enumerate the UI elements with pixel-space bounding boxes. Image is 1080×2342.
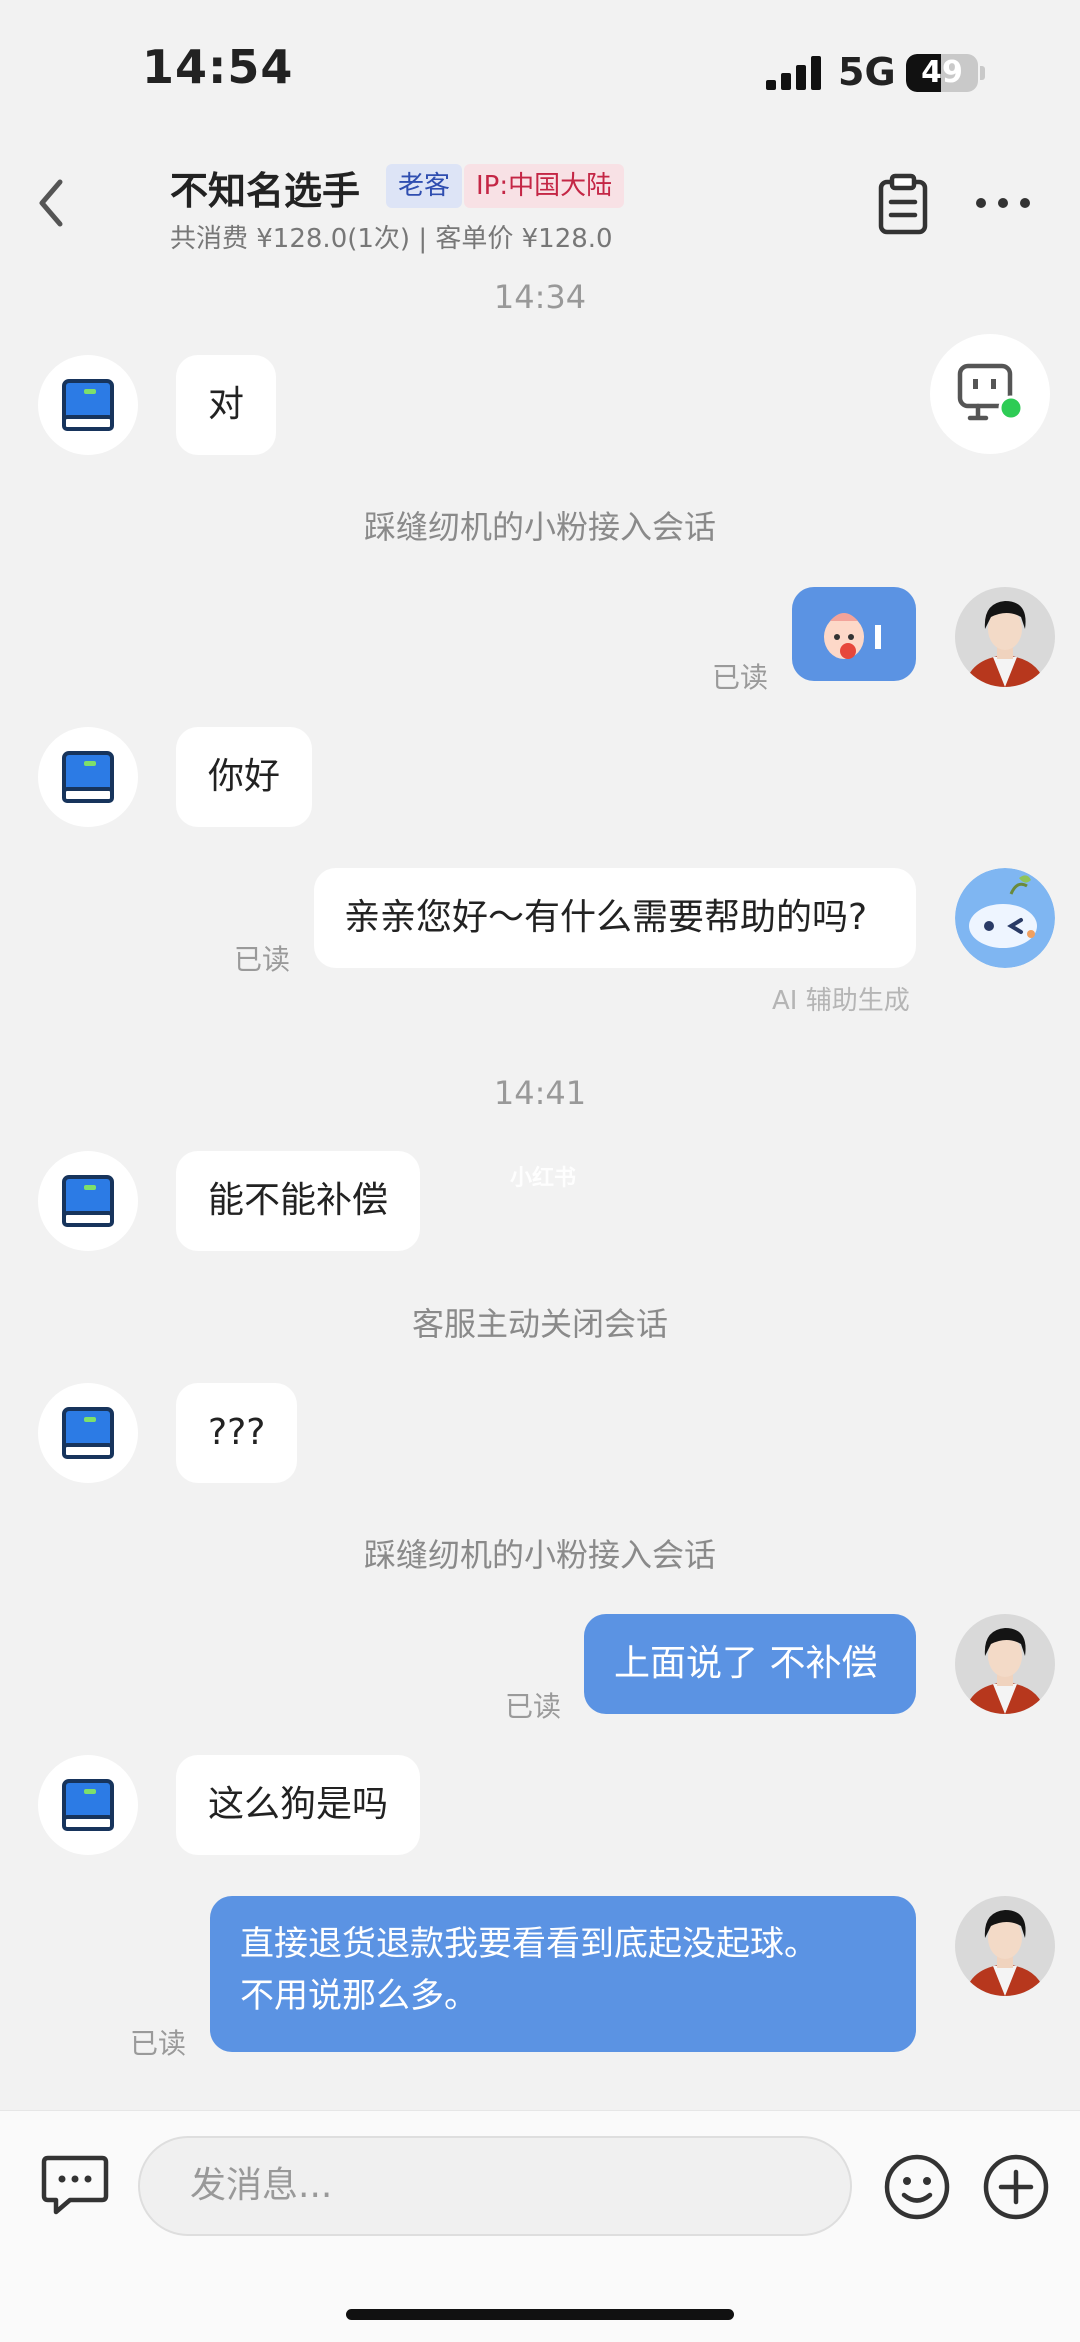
timestamp: 14:34	[493, 278, 587, 316]
read-receipt: 已读	[505, 1690, 562, 1723]
system-message: 客服主动关闭会话	[411, 1305, 668, 1343]
message-input[interactable]: 发消息...	[138, 2136, 852, 2236]
read-receipt: 已读	[712, 661, 769, 694]
back-icon	[39, 179, 63, 227]
agent-avatar-image	[955, 587, 1055, 687]
quick-reply-button[interactable]	[40, 2152, 110, 2218]
agent-avatar[interactable]	[955, 1614, 1055, 1714]
agent-avatar-image	[955, 1614, 1055, 1714]
message-bubble-customer[interactable]: 对	[176, 355, 277, 455]
read-receipt: 已读	[234, 943, 291, 976]
battery-cap	[980, 66, 985, 80]
book-icon	[62, 751, 114, 803]
emoji-button[interactable]	[882, 2152, 952, 2222]
signal-icon	[766, 56, 822, 90]
agent-avatar[interactable]	[955, 587, 1055, 687]
customer-avatar[interactable]	[38, 727, 138, 827]
ai-bot-icon	[955, 868, 1055, 968]
message-bubble-agent[interactable]: 直接退货退款我要看看到底起没起球。 不用说那么多。	[210, 1896, 916, 2052]
sticker-message[interactable]	[792, 587, 916, 681]
sticker-icon	[824, 613, 881, 659]
more-button[interactable]	[972, 178, 1034, 228]
system-message: 踩缝纫机的小粉接入会话	[363, 508, 716, 546]
agent-avatar[interactable]	[955, 1896, 1055, 1996]
back-button[interactable]	[22, 168, 82, 238]
message-bubble-customer[interactable]: 能不能补偿	[176, 1151, 421, 1251]
book-icon	[62, 379, 114, 431]
chat-icon	[41, 2155, 109, 2215]
plus-icon	[983, 2154, 1049, 2220]
book-icon	[62, 1407, 114, 1459]
add-button[interactable]	[981, 2152, 1051, 2222]
message-bubble-ai[interactable]: 亲亲您好～有什么需要帮助的吗?	[314, 868, 916, 968]
ai-assistant-button[interactable]	[930, 334, 1050, 454]
book-icon	[62, 1779, 114, 1831]
more-icon	[976, 198, 1030, 208]
ai-generated-note: AI 辅助生成	[772, 986, 910, 1016]
ai-avatar[interactable]	[955, 868, 1055, 968]
agent-avatar-image	[955, 1896, 1055, 1996]
status-time: 14:54	[142, 40, 294, 94]
message-bubble-customer[interactable]: 这么狗是吗	[176, 1755, 421, 1855]
customer-avatar[interactable]	[38, 1383, 138, 1483]
system-message: 踩缝纫机的小粉接入会话	[363, 1536, 716, 1574]
battery-level: 49	[921, 55, 963, 90]
customer-spend-summary: 共消费 ¥128.0(1次) | 客单价 ¥128.0	[170, 224, 613, 254]
tag-returning-customer: 老客	[386, 164, 463, 208]
order-info-button[interactable]	[873, 172, 933, 236]
robot-icon	[957, 363, 1024, 421]
message-bubble-customer[interactable]: ???	[176, 1383, 298, 1483]
customer-avatar[interactable]	[38, 355, 138, 455]
emoji-icon	[884, 2154, 950, 2220]
message-line: 直接退货退款我要看看到底起没起球。	[240, 1924, 818, 1964]
network-type: 5G	[838, 50, 896, 94]
read-receipt: 已读	[130, 2027, 187, 2060]
message-line: 不用说那么多。	[240, 1976, 478, 2016]
message-bubble-agent[interactable]: 上面说了 不补偿	[584, 1614, 916, 1714]
tag-ip-location: IP:中国大陆	[464, 164, 625, 208]
message-bubble-customer[interactable]: 你好	[176, 727, 313, 827]
home-indicator[interactable]	[346, 2309, 734, 2320]
customer-avatar[interactable]	[38, 1151, 138, 1251]
clipboard-icon	[878, 173, 928, 235]
customer-avatar[interactable]	[38, 1755, 138, 1855]
battery-icon: 49	[906, 54, 978, 92]
book-icon	[62, 1175, 114, 1227]
watermark: 小红书	[510, 1166, 577, 1191]
customer-name[interactable]: 不知名选手	[170, 160, 360, 215]
timestamp: 14:41	[493, 1074, 587, 1112]
